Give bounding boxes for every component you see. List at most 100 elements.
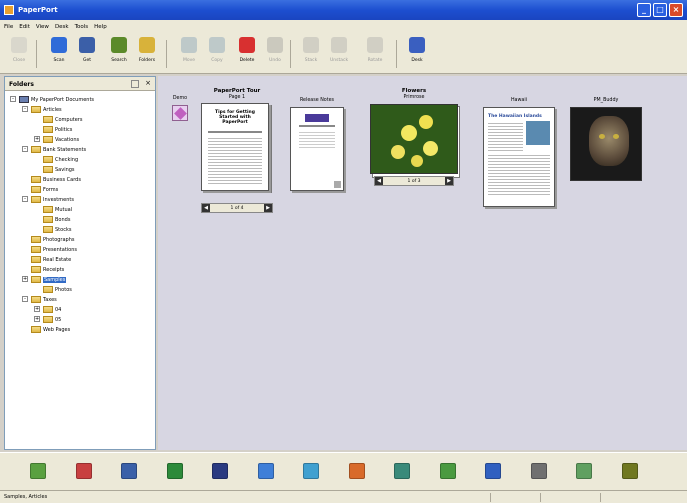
get-icon [79, 37, 95, 53]
unstack-button[interactable]: Unstack [326, 37, 352, 71]
globe-icon[interactable] [394, 463, 410, 479]
search-button[interactable]: Search [106, 37, 132, 71]
expand-icon[interactable]: + [34, 136, 40, 142]
tree-item-bank-statements[interactable]: - Bank Statements [22, 145, 86, 154]
desk-view-icon [409, 37, 425, 53]
desk-button[interactable]: Desk [404, 37, 430, 71]
tree-item-photos[interactable]: Photos [43, 285, 72, 294]
delete-icon [239, 37, 255, 53]
tree-item-my-paperport-documents[interactable]: - My PaperPort Documents [10, 95, 95, 104]
delete-button[interactable]: Delete [234, 37, 260, 71]
tree-item-label: Computers [55, 116, 83, 123]
menu-help[interactable]: Help [94, 24, 107, 30]
collapse-icon[interactable]: - [22, 106, 28, 112]
tree-item-stocks[interactable]: Stocks [43, 225, 71, 234]
pin-icon[interactable] [131, 80, 139, 88]
folders-button[interactable]: Folders [134, 37, 160, 71]
expand-icon[interactable]: + [22, 276, 28, 282]
folder-icon [43, 166, 53, 173]
move-button[interactable]: Move [176, 37, 202, 71]
desktop-item-pm-buddy[interactable]: PM_Buddy [568, 98, 644, 184]
tree-item-savings[interactable]: Savings [43, 165, 75, 174]
desktop-item-release-notes[interactable]: Release Notes [286, 98, 348, 196]
app-icon-5[interactable] [212, 463, 228, 479]
collapse-icon[interactable]: - [22, 146, 28, 152]
tree-item-real-estate[interactable]: Real Estate [31, 255, 71, 264]
tree-item-taxes[interactable]: - Taxes [22, 295, 57, 304]
rotate-button[interactable]: Rotate [362, 37, 388, 71]
menu-view[interactable]: View [36, 24, 49, 30]
app-icon-11[interactable] [485, 463, 501, 479]
menu-edit[interactable]: Edit [19, 24, 30, 30]
folder-icon [31, 296, 41, 303]
tree-item-label: Investments [43, 196, 74, 203]
tree-item-label: My PaperPort Documents [31, 96, 95, 103]
tree-item-mutual[interactable]: Mutual [43, 205, 72, 214]
tree-item-presentations[interactable]: Presentations [31, 245, 77, 254]
expand-icon[interactable]: + [34, 306, 40, 312]
app-icon-10[interactable] [439, 463, 456, 479]
folders-pane: Folders × - My PaperPort Documents - Articl… [4, 76, 156, 450]
app-icon-14[interactable] [621, 463, 638, 479]
app-icon-1[interactable] [30, 463, 46, 479]
button-label: Rotate [367, 58, 383, 63]
tree-item-photographs[interactable]: Photographs [31, 235, 75, 244]
tree-item-samples[interactable]: + Samples [22, 275, 67, 284]
word-icon[interactable] [257, 463, 274, 479]
excel-icon[interactable] [166, 463, 183, 479]
powerpoint-icon[interactable] [348, 463, 365, 479]
stack-navigator[interactable]: ◀ 1 of 3 ▶ [374, 176, 454, 186]
tree-item-politics[interactable]: Politics [43, 125, 72, 134]
folder-icon [43, 306, 53, 313]
tree-item-vacations[interactable]: + Vacations [34, 135, 79, 144]
next-page-icon[interactable]: ▶ [445, 177, 453, 185]
search-icon [111, 37, 127, 53]
prev-page-icon[interactable]: ◀ [375, 177, 383, 185]
collapse-icon[interactable]: - [10, 96, 16, 102]
tree-item-articles[interactable]: - Articles [22, 105, 62, 114]
stack-navigator[interactable]: ◀ 1 of 4 ▶ [201, 203, 273, 213]
minimize-button[interactable]: _ [637, 3, 651, 17]
close-button[interactable]: × [669, 3, 683, 17]
collapse-icon[interactable]: - [22, 296, 28, 302]
tree-item-bonds[interactable]: Bonds [43, 215, 70, 224]
menu-desk[interactable]: Desk [55, 24, 69, 30]
document-thumbnail: Tips for Getting Started with PaperPort [201, 103, 269, 191]
collapse-icon[interactable]: - [22, 196, 28, 202]
stack-button[interactable]: Stack [298, 37, 324, 71]
menu-tools[interactable]: Tools [75, 24, 89, 30]
app-icon-7[interactable] [303, 463, 319, 479]
desktop-item-demo[interactable]: Demo [166, 96, 194, 126]
prev-page-icon[interactable]: ◀ [202, 204, 210, 212]
printer-icon[interactable] [530, 463, 547, 479]
tree-item-05[interactable]: +05 [34, 315, 61, 324]
undo-button[interactable]: Undo [262, 37, 288, 71]
tree-item-web-pages[interactable]: Web Pages [31, 325, 70, 334]
app-icon-2[interactable] [75, 463, 92, 479]
menu-file[interactable]: File [4, 24, 13, 30]
folder-icon [43, 136, 53, 143]
copy-button[interactable]: Copy [204, 37, 230, 71]
desktop-item-paperport-tour[interactable]: PaperPort Tour Page 1 Tips for Getting S… [198, 88, 276, 223]
close-pane-icon[interactable]: × [145, 79, 151, 87]
get-button[interactable]: Get [74, 37, 100, 71]
desktop-item-flowers[interactable]: Flowers Primrose ◀ 1 of 3 ▶ [368, 88, 460, 188]
tree-item-label: 04 [55, 306, 62, 313]
tree-item-business-cards[interactable]: Business Cards [31, 175, 81, 184]
scan-button[interactable]: Scan [46, 37, 72, 71]
desktop-item-hawaii[interactable]: Hawaii The Hawaiian Islands [480, 98, 558, 210]
button-label: Scan [53, 58, 65, 63]
tree-item-04[interactable]: +04 [34, 305, 62, 314]
tree-item-forms[interactable]: Forms [31, 185, 58, 194]
tree-item-computers[interactable]: Computers [43, 115, 82, 124]
thumb-heading: The Hawaiian Islands [488, 114, 542, 119]
tree-item-checking[interactable]: Checking [43, 155, 78, 164]
close-button[interactable]: Close [6, 37, 32, 71]
app-icon-3[interactable] [121, 463, 137, 479]
tree-item-receipts[interactable]: Receipts [31, 265, 64, 274]
recycle-bin-icon[interactable] [576, 463, 592, 479]
expand-icon[interactable]: + [34, 316, 40, 322]
next-page-icon[interactable]: ▶ [264, 204, 272, 212]
tree-item-investments[interactable]: - Investments [22, 195, 74, 204]
maximize-button[interactable]: □ [653, 3, 667, 17]
